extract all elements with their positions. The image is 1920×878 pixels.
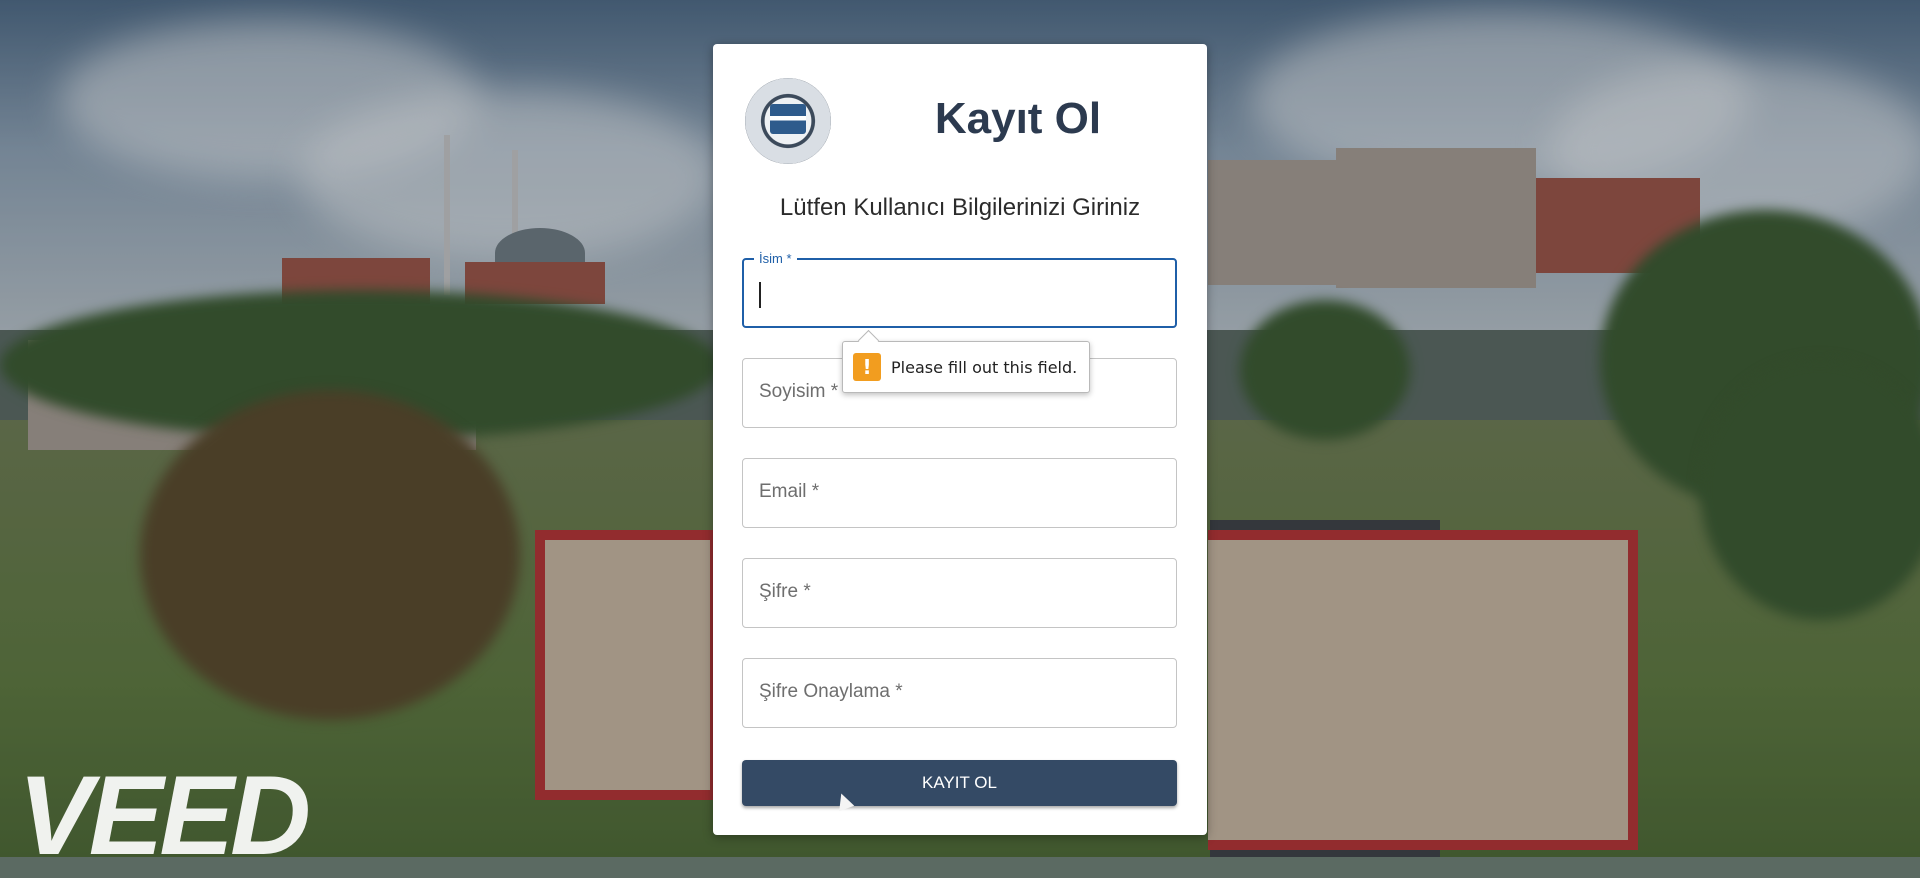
name-field[interactable]: İsim * <box>742 251 1177 328</box>
validation-message: Please fill out this field. <box>891 357 1078 377</box>
text-caret <box>759 282 761 308</box>
email-field[interactable]: Email * <box>742 458 1177 528</box>
warning-icon: ! <box>853 353 881 381</box>
password-confirm-field-label: Şifre Onaylama * <box>759 681 903 702</box>
password-field[interactable]: Şifre * <box>742 558 1177 628</box>
page-title: Kayıt Ol <box>934 94 1102 143</box>
validation-tooltip: ! Please fill out this field. <box>842 341 1091 393</box>
surname-field-label: Soyisim * <box>759 381 839 402</box>
form-subtitle: Lütfen Kullanıcı Bilgilerinizi Giriniz <box>779 194 1141 221</box>
password-field-label: Şifre * <box>759 581 811 602</box>
university-logo <box>745 78 831 164</box>
name-field-label: İsim * <box>754 251 797 266</box>
email-field-label: Email * <box>759 481 820 502</box>
password-confirm-field[interactable]: Şifre Onaylama * <box>742 658 1177 728</box>
veed-watermark: VEED <box>18 753 311 878</box>
register-button[interactable]: KAYIT OL <box>742 760 1177 806</box>
register-card: Kayıt Ol Lütfen Kullanıcı Bilgilerinizi … <box>713 44 1207 835</box>
